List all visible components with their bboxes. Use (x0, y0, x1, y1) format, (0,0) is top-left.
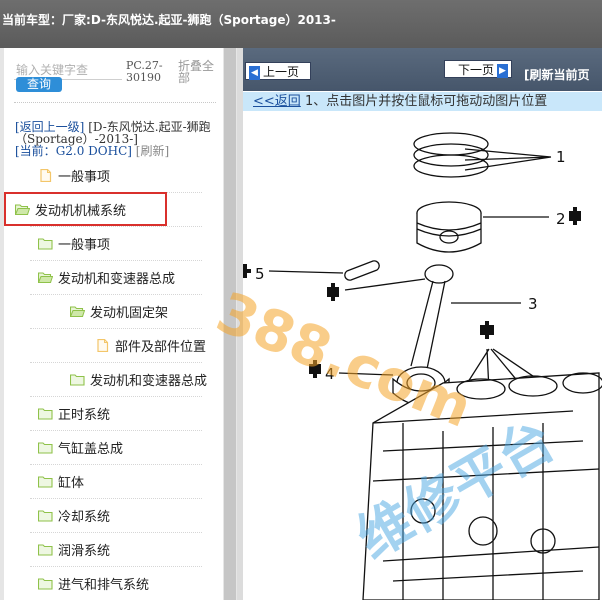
tree-item-engine-transmission-assembly-2[interactable]: 发动机和变速器总成 (70, 362, 207, 396)
vehicle-info: 当前车型：厂家:D-东风悦达.起亚-狮跑（Sportage）2013- (2, 11, 336, 28)
vehicle-value: 厂家:D-东风悦达.起亚-狮跑（Sportage）2013- (62, 13, 336, 27)
leader-line-torque (344, 278, 426, 291)
tree-item-cooling-system[interactable]: 冷却系统 (38, 498, 110, 532)
breadcrumb: [返回上一级] [D-东风悦达.起亚-狮跑（Sportage）-2013-] [… (15, 121, 220, 157)
callout-2: 2 (556, 210, 566, 228)
hint-bar: <<返回 1、点击图片并按住鼠标可拖动动图片位置 (243, 92, 602, 111)
folder-icon (38, 407, 53, 420)
connecting-rod (396, 264, 454, 400)
piston (416, 201, 482, 253)
tree-item-label: 润滑系统 (58, 543, 111, 559)
tree-item-label: 发动机机械系统 (35, 203, 127, 219)
left-panel-edge (0, 48, 4, 600)
torque-icon (327, 283, 339, 301)
tree-item-general-2[interactable]: 一般事项 (38, 226, 110, 260)
tree-item-cylinder-block[interactable]: 缸体 (38, 464, 84, 498)
tree-item-cylinder-head[interactable]: 气缸盖总成 (38, 430, 123, 464)
tree-item-label: 冷却系统 (58, 509, 111, 525)
folder-icon (70, 373, 85, 386)
folder-icon (38, 475, 53, 488)
tree-item-label: 进气和排气系统 (58, 577, 150, 593)
tree-item-label: 气缸盖总成 (58, 441, 124, 457)
vehicle-header: 当前车型：厂家:D-东风悦达.起亚-狮跑（Sportage）2013- (0, 0, 602, 48)
tree-item-engine-mount[interactable]: 发动机固定架 (70, 294, 168, 328)
tree-item-label: 发动机固定架 (90, 305, 169, 321)
engine-block (362, 372, 602, 600)
callout-4: 4 (325, 365, 335, 383)
folder-open-icon (15, 203, 30, 215)
callout-1: 1 (556, 148, 566, 166)
piston-pin (344, 260, 380, 281)
folder-icon (38, 441, 53, 454)
sidebar-scroll-thumb[interactable] (224, 48, 236, 600)
folder-open-icon (38, 271, 53, 283)
collapse-all-link[interactable]: 折叠全部 (178, 60, 222, 84)
tree-item-timing-system[interactable]: 正时系统 (38, 396, 110, 430)
folder-icon (38, 543, 53, 556)
prev-page-label: 上一页 (263, 65, 300, 79)
torque-icon (309, 360, 321, 378)
folder-icon (38, 509, 53, 522)
current-label: [当前： (15, 144, 56, 158)
tree-item-intake-exhaust[interactable]: 进气和排气系统 (38, 566, 149, 600)
arrow-right-icon: ▶ (497, 63, 508, 78)
tree-item-label: 一般事项 (58, 169, 111, 185)
refresh-page-link[interactable]: [刷新当前页 (524, 66, 590, 83)
vehicle-label: 当前车型： (2, 13, 63, 27)
parts-diagram[interactable]: 1 2 3 4 5 (243, 111, 602, 600)
tree-item-engine-transmission-assembly[interactable]: 发动机和变速器总成 (38, 260, 175, 294)
document-icon (40, 168, 52, 182)
pc-code: PC.27-30190 (126, 59, 163, 84)
torque-icon (569, 207, 581, 225)
back-link[interactable]: <<返回 (253, 94, 301, 109)
hint-text: 1、点击图片并按住鼠标可拖动动图片位置 (304, 94, 548, 109)
next-page-button[interactable]: 下一页 ▶ (444, 60, 512, 78)
prev-page-button[interactable]: ◀ 上一页 (245, 62, 311, 80)
tree-item-label: 发动机和变速器总成 (90, 373, 208, 389)
callout-5: 5 (255, 265, 265, 283)
tree-item-label: 缸体 (58, 475, 85, 491)
tree-divider (30, 192, 202, 193)
query-button[interactable]: 查询 (16, 77, 62, 92)
tree-item-engine-mechanical[interactable]: 发动机机械系统 (4, 192, 167, 226)
folder-icon (38, 577, 53, 590)
folder-open-icon (70, 305, 85, 317)
tree-item-lubrication-system[interactable]: 润滑系统 (38, 532, 110, 566)
tree-item-label: 部件及部件位置 (115, 339, 207, 355)
leader-line-5 (268, 270, 344, 274)
torque-icon (480, 321, 494, 339)
arrow-left-icon: ◀ (249, 65, 260, 80)
torque-icon (243, 264, 251, 278)
folder-icon (38, 237, 53, 250)
breadcrumb-refresh-link[interactable]: [刷新] (136, 144, 169, 158)
tree-item-label: 一般事项 (58, 237, 111, 253)
document-icon (97, 338, 109, 352)
tree-item-component-location[interactable]: 部件及部件位置 (95, 328, 206, 362)
tree-item-general[interactable]: 一般事项 (38, 158, 110, 192)
search-divider (14, 102, 216, 103)
callout-3: 3 (528, 295, 538, 313)
next-page-label: 下一页 (457, 63, 494, 77)
leader-line-4 (338, 372, 394, 376)
tree-item-label: 发动机和变速器总成 (58, 271, 176, 287)
current-value: G2.0 DOHC] (55, 144, 132, 158)
tree-item-label: 正时系统 (58, 407, 111, 423)
